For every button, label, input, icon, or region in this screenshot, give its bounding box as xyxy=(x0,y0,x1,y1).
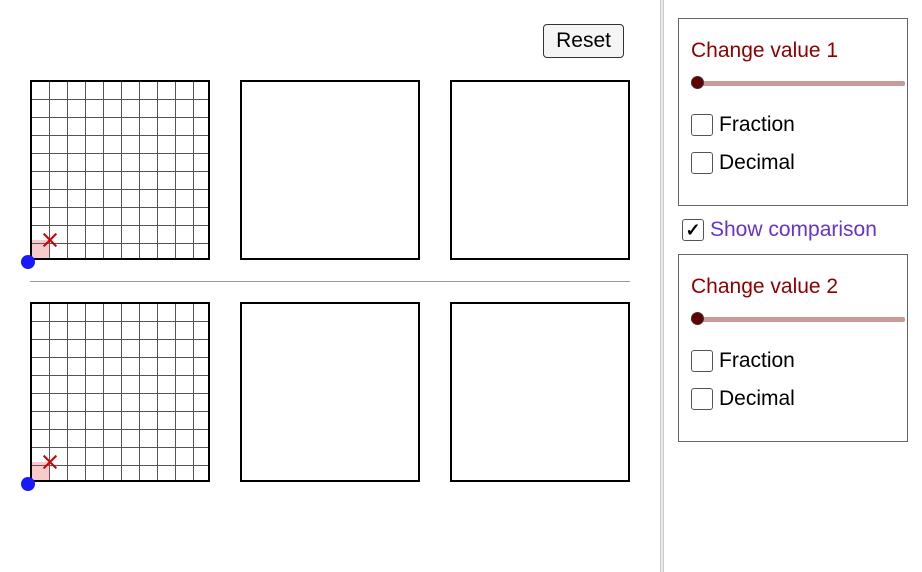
grid-square-1-gridded[interactable] xyxy=(30,80,210,260)
checkbox-fraction-1[interactable]: Fraction xyxy=(691,113,895,137)
checkbox-label: Fraction xyxy=(719,113,795,137)
shaded-cell xyxy=(32,462,50,480)
divider-vertical[interactable] xyxy=(660,0,664,572)
panel-value1: Change value 1 Fraction Decimal xyxy=(678,18,908,206)
origin-dot-icon[interactable] xyxy=(21,477,35,491)
checkbox-show-comparison[interactable]: Show comparison xyxy=(682,218,922,242)
checkbox-box[interactable] xyxy=(691,114,713,136)
panel-value2: Change value 2 Fraction Decimal xyxy=(678,254,908,442)
checkbox-decimal-2[interactable]: Decimal xyxy=(691,387,895,411)
slider-value2[interactable] xyxy=(691,311,895,327)
checkbox-decimal-1[interactable]: Decimal xyxy=(691,151,895,175)
grid-square-2-empty-a xyxy=(240,302,420,482)
grid-row-value1 xyxy=(30,80,630,260)
grid-square-1-empty-a xyxy=(240,80,420,260)
grid-row-value2 xyxy=(30,302,630,482)
panel1-title: Change value 1 xyxy=(691,39,895,63)
checkbox-label: Decimal xyxy=(719,151,795,175)
panel2-title: Change value 2 xyxy=(691,275,895,299)
divider-horizontal xyxy=(30,281,630,282)
sidebar: Change value 1 Fraction Decimal Show com… xyxy=(670,0,922,572)
checkbox-label: Show comparison xyxy=(710,218,877,242)
checkbox-fraction-2[interactable]: Fraction xyxy=(691,349,895,373)
reset-button[interactable]: Reset xyxy=(543,24,624,58)
slider-thumb[interactable] xyxy=(691,312,704,325)
grid-square-2-empty-b xyxy=(450,302,630,482)
slider-thumb[interactable] xyxy=(691,76,704,89)
origin-dot-icon[interactable] xyxy=(21,255,35,269)
checkbox-box[interactable] xyxy=(691,388,713,410)
grid-square-1-empty-b xyxy=(450,80,630,260)
main-canvas: Reset xyxy=(0,0,660,572)
slider-track xyxy=(691,317,905,322)
checkbox-box[interactable] xyxy=(691,350,713,372)
grid-square-2-gridded[interactable] xyxy=(30,302,210,482)
slider-track xyxy=(691,81,905,86)
checkbox-label: Decimal xyxy=(719,387,795,411)
checkbox-label: Fraction xyxy=(719,349,795,373)
checkbox-box[interactable] xyxy=(682,219,704,241)
shaded-cell xyxy=(32,240,50,258)
slider-value1[interactable] xyxy=(691,75,895,91)
checkbox-box[interactable] xyxy=(691,152,713,174)
